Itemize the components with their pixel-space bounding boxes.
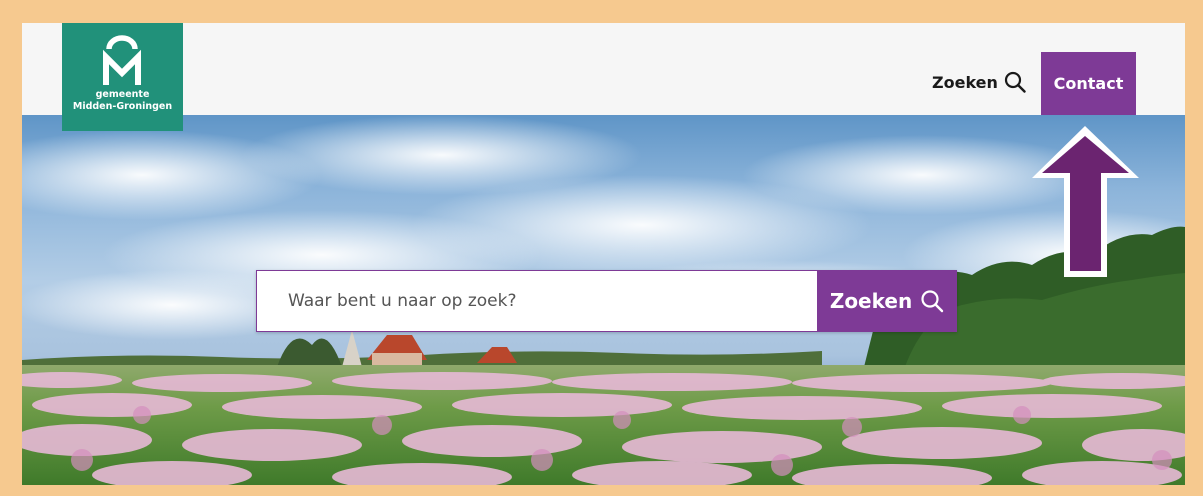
search-button[interactable]: Zoeken (817, 270, 957, 332)
logo-line-1: gemeente (95, 89, 150, 100)
search-input[interactable] (256, 270, 817, 332)
header: Zoeken Contact (22, 23, 1185, 115)
header-search-label: Zoeken (932, 72, 998, 92)
hero-search-bar: Zoeken (256, 270, 957, 332)
logo-line-2: Midden-Groningen (72, 101, 173, 112)
hero-banner: Zoeken (22, 115, 1185, 485)
logo-text: gemeente Midden-Groningen (62, 89, 183, 113)
page-frame: Zoeken Contact gemeente Midden-Groningen (22, 23, 1185, 485)
logo[interactable]: gemeente Midden-Groningen (62, 23, 183, 131)
arrow-up-icon (1032, 126, 1139, 277)
contact-button[interactable]: Contact (1041, 52, 1136, 115)
search-button-label: Zoeken (829, 289, 913, 313)
logo-mark-icon (103, 35, 141, 85)
search-icon (921, 290, 944, 313)
header-search-link[interactable]: Zoeken (932, 68, 1026, 96)
search-icon (1004, 71, 1026, 93)
